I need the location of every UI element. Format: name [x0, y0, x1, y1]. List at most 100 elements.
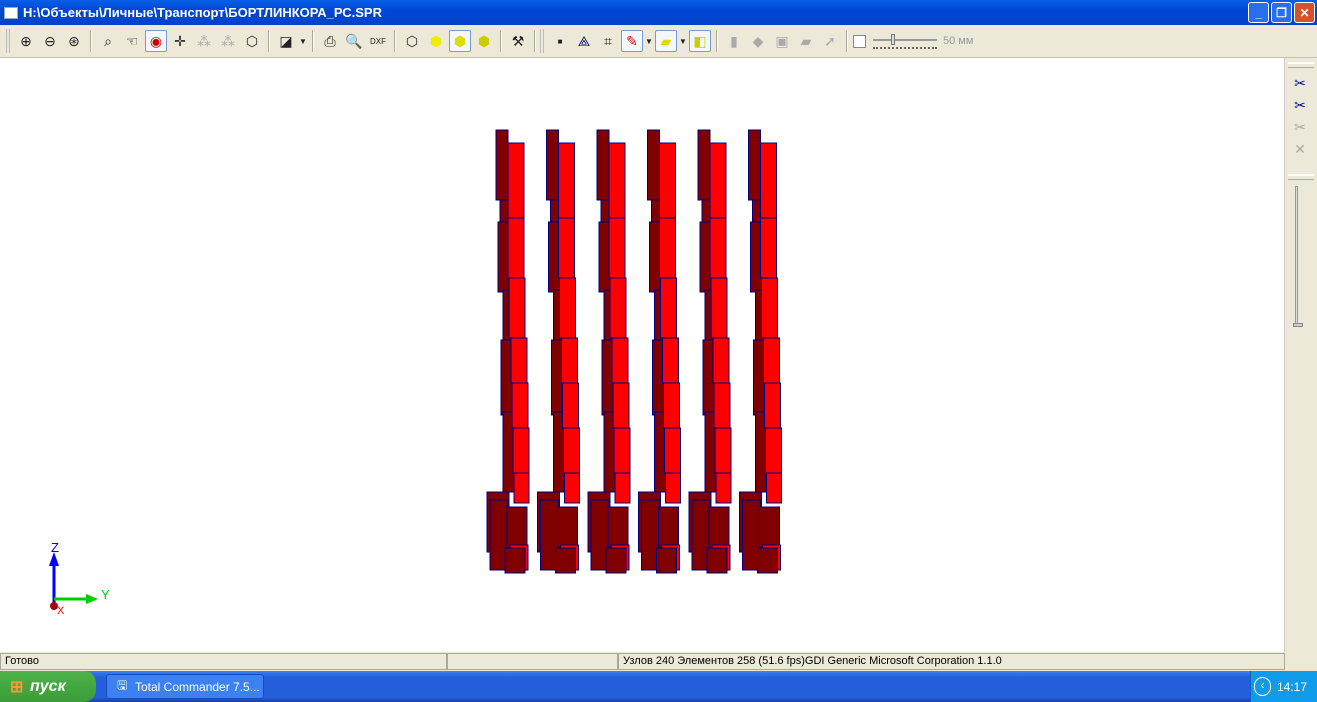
- status-panel: [447, 653, 618, 670]
- finite-element: [557, 506, 578, 548]
- pan-icon[interactable]: ☜: [121, 30, 143, 52]
- grid-icon[interactable]: ⌗: [597, 30, 619, 52]
- select-nodes-icon[interactable]: ⁂: [193, 30, 215, 52]
- finite-element: [664, 427, 681, 474]
- finite-element: [697, 129, 711, 201]
- shaded-icon[interactable]: ⬢: [473, 30, 495, 52]
- finite-element: [608, 217, 626, 279]
- close-button[interactable]: ✕: [1294, 2, 1315, 23]
- dropdown-arrow-icon[interactable]: ▼: [679, 30, 687, 52]
- dropdown-arrow-icon[interactable]: ▼: [299, 30, 307, 52]
- separator: [394, 30, 396, 52]
- model-drawing[interactable]: [0, 58, 1284, 652]
- clock: 14:17: [1276, 679, 1307, 694]
- square-icon[interactable]: ▣: [771, 30, 793, 52]
- zoom-out-icon[interactable]: ⊖: [39, 30, 61, 52]
- finite-element: [495, 129, 509, 201]
- frame-member[interactable]: [587, 129, 631, 574]
- minimize-button[interactable]: _: [1248, 2, 1269, 23]
- start-button[interactable]: ⊞ пуск: [0, 671, 96, 702]
- start-label: пуск: [30, 677, 66, 695]
- axis-y-label: Y: [101, 587, 110, 602]
- slider-checkbox[interactable]: [853, 34, 866, 48]
- toolbar: ⊕ ⊖ ⊛ ⌕ ☜ ◉ ✛ ⁂ ⁂ ⬡ ◪ ▼ ⎙ 🔍 DXF ⬡ ⬢ ⬢ ⬢ ⚒…: [0, 25, 1317, 58]
- separator: [500, 30, 502, 52]
- frame-member[interactable]: [486, 129, 530, 574]
- mesh-icon[interactable]: ⟁: [573, 30, 595, 52]
- arrow-icon[interactable]: ➚: [819, 30, 841, 52]
- finite-element: [512, 427, 530, 474]
- wireframe-icon[interactable]: ⬡: [401, 30, 423, 52]
- zoom-fit-icon[interactable]: ⊛: [63, 30, 85, 52]
- finite-element: [708, 506, 730, 548]
- dropdown-arrow-icon[interactable]: ▼: [645, 30, 653, 52]
- finite-element: [507, 217, 525, 279]
- zoom-in-icon[interactable]: ⊕: [15, 30, 37, 52]
- system-tray: ‹ 14:17: [1250, 671, 1317, 702]
- finite-element: [766, 472, 782, 504]
- shell-icon[interactable]: ◆: [747, 30, 769, 52]
- tray-expand-icon[interactable]: ‹: [1254, 677, 1271, 696]
- quad-icon[interactable]: ▰: [795, 30, 817, 52]
- separator: [90, 30, 92, 52]
- finite-element: [546, 129, 559, 201]
- finite-element: [760, 142, 777, 219]
- finite-element: [596, 129, 610, 201]
- finite-element: [715, 472, 732, 504]
- depth-slider[interactable]: [1293, 186, 1303, 327]
- taskbar: ⊞ пуск 🖫 Total Commander 7.5... ‹ 14:17: [0, 671, 1317, 702]
- finite-element: [706, 547, 728, 574]
- finite-element: [660, 277, 677, 339]
- node-icon[interactable]: ■: [549, 30, 571, 52]
- restore-button[interactable]: ❐: [1271, 2, 1292, 23]
- cut-icon[interactable]: ✂: [1289, 72, 1311, 94]
- solid-icon[interactable]: ⬢: [425, 30, 447, 52]
- separator: [846, 30, 848, 52]
- finite-element: [563, 427, 580, 474]
- window-title: H:\Объекты\Личные\Транспорт\БОРТЛИНКОРА_…: [23, 5, 382, 20]
- finite-element: [564, 472, 580, 504]
- finite-element: [662, 337, 679, 384]
- plate-icon[interactable]: ▰: [655, 30, 677, 52]
- finite-element: [712, 337, 730, 384]
- finite-element: [608, 142, 626, 219]
- frame-member[interactable]: [739, 129, 782, 574]
- solid-element-icon[interactable]: ◧: [689, 30, 711, 52]
- scale-slider[interactable]: [873, 33, 937, 49]
- crosshair-icon[interactable]: ✛: [169, 30, 191, 52]
- shaded-edges-icon[interactable]: ⬢: [449, 30, 471, 52]
- floppy-icon: 🖫: [117, 678, 128, 692]
- finite-element: [647, 129, 660, 201]
- finite-element: [511, 382, 529, 429]
- rotate-icon[interactable]: ◉: [145, 30, 167, 52]
- toolbar-grip[interactable]: [540, 29, 544, 53]
- axis-z-label: Z: [51, 540, 59, 555]
- print-icon[interactable]: ⎙: [319, 30, 341, 52]
- axis-triad: Z Y X: [49, 540, 110, 617]
- toolbar-grip[interactable]: [6, 29, 10, 53]
- dxf-export-icon[interactable]: DXF: [367, 30, 389, 52]
- zoom-window-icon[interactable]: ⌕: [97, 30, 119, 52]
- finite-element: [506, 506, 528, 548]
- cut-section-icon[interactable]: ✂: [1289, 94, 1311, 116]
- bar-icon[interactable]: ▮: [723, 30, 745, 52]
- right-toolbar: ✂ ✂ ✂ ✕: [1284, 58, 1317, 652]
- view-projection-icon[interactable]: ⬡: [241, 30, 263, 52]
- select-elements-icon[interactable]: ⁂: [217, 30, 239, 52]
- frame-member[interactable]: [537, 129, 580, 574]
- separator: [268, 30, 270, 52]
- frame-member[interactable]: [688, 129, 732, 574]
- separator: [312, 30, 314, 52]
- cut-disabled-icon[interactable]: ✂: [1289, 116, 1311, 138]
- cut-clear-icon[interactable]: ✕: [1289, 138, 1311, 160]
- frame-member[interactable]: [638, 129, 681, 574]
- view-cube-icon[interactable]: ◪: [275, 30, 297, 52]
- taskbar-item-total-commander[interactable]: 🖫 Total Commander 7.5...: [106, 674, 264, 699]
- finite-element: [656, 547, 677, 574]
- tools-icon[interactable]: ⚒: [507, 30, 529, 52]
- status-text: Готово: [0, 653, 447, 670]
- finite-element: [763, 337, 780, 384]
- print-preview-icon[interactable]: 🔍: [343, 30, 365, 52]
- pencil-icon[interactable]: ✎: [621, 30, 643, 52]
- model-viewport[interactable]: Z Y X: [0, 58, 1284, 652]
